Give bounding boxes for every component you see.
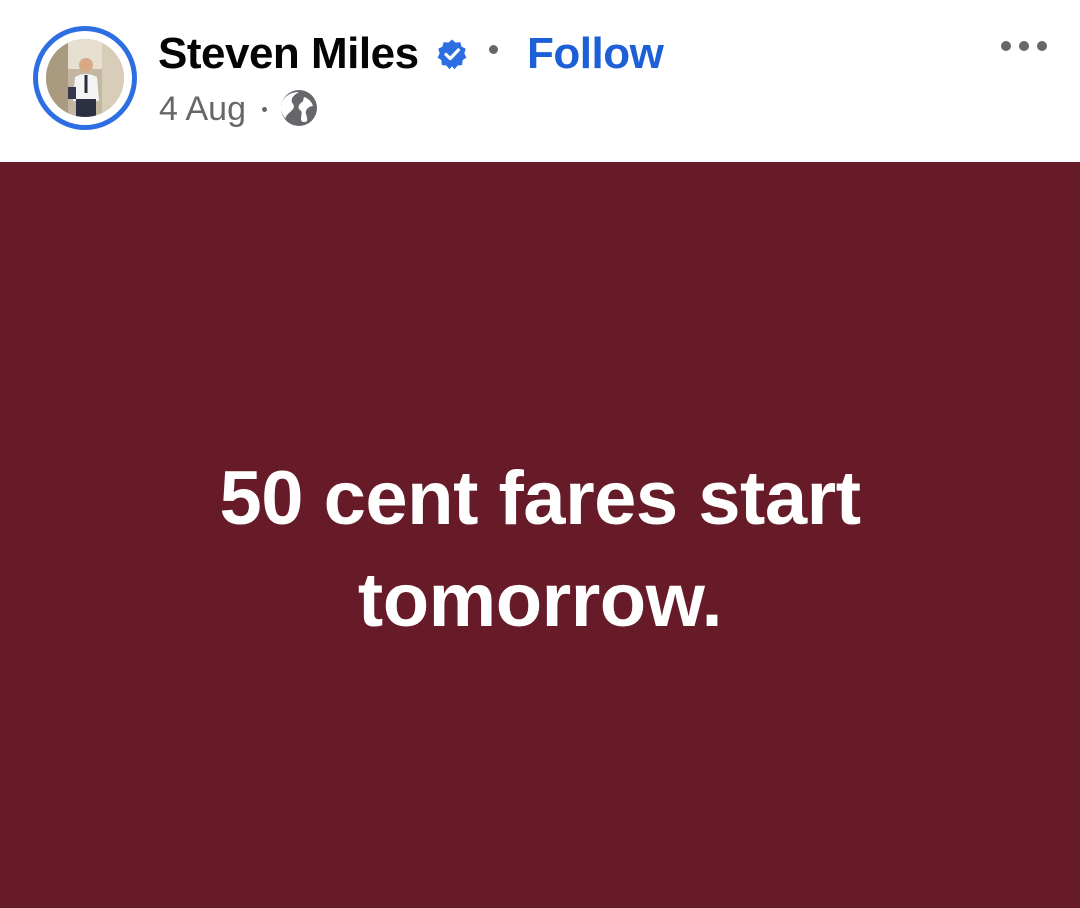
avatar[interactable]: [46, 39, 124, 117]
avatar-photo: [46, 39, 124, 117]
post-content-text: 50 cent fares start tomorrow.: [219, 456, 861, 643]
post-header: Steven Miles Follow 4 Aug: [0, 0, 1080, 162]
more-dot: [1037, 41, 1047, 51]
facebook-post: Steven Miles Follow 4 Aug 50 cent fares …: [0, 0, 1080, 908]
more-dot: [1001, 41, 1011, 51]
avatar-story-ring[interactable]: [33, 26, 137, 130]
globe-icon: [281, 90, 317, 126]
post-date[interactable]: 4 Aug: [159, 89, 246, 129]
post-text-banner[interactable]: 50 cent fares start tomorrow.: [0, 162, 1080, 908]
separator-dot: [489, 45, 498, 54]
more-options-icon[interactable]: [996, 30, 1056, 62]
meta-separator-dot: [262, 107, 267, 112]
author-name[interactable]: Steven Miles: [158, 28, 419, 80]
follow-button[interactable]: Follow: [527, 28, 664, 80]
verified-badge-icon: [437, 39, 467, 70]
more-dot: [1019, 41, 1029, 51]
